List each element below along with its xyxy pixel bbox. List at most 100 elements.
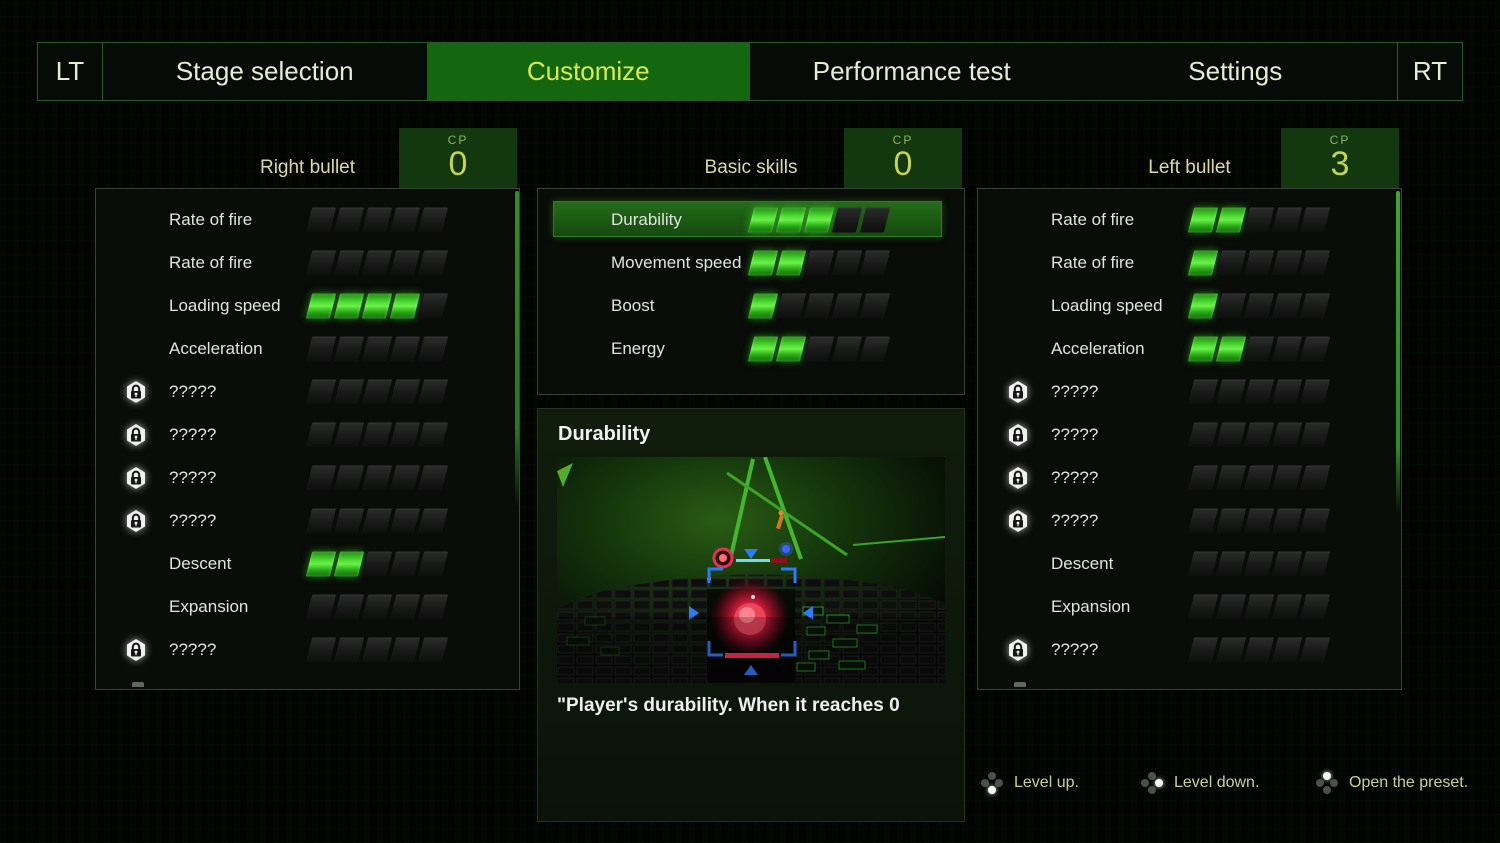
skill-level-bar	[1191, 508, 1327, 533]
skill-level-bar	[1191, 422, 1327, 447]
skill-row-[interactable]: ?????	[96, 456, 519, 499]
level-segment-empty	[1244, 293, 1274, 318]
tab-performance-test[interactable]: Performance test	[750, 43, 1074, 100]
level-segment-empty	[1272, 207, 1302, 232]
skill-row-movement-speed[interactable]: Movement speed	[538, 241, 964, 284]
level-segment-empty	[1244, 422, 1274, 447]
left-bullet-panel: Rate of fireRate of fire Loading speed Acc…	[977, 188, 1402, 690]
tab-stage-selection[interactable]: Stage selection	[103, 43, 427, 100]
level-segment-empty	[1188, 508, 1218, 533]
hint-label: Open the preset.	[1349, 774, 1468, 792]
level-segment-empty	[1300, 465, 1330, 490]
skill-row-durability[interactable]: Durability	[538, 198, 964, 241]
skill-row-acceleration[interactable]: Acceleration	[978, 327, 1401, 370]
skill-row-expansion[interactable]: Expansion	[978, 585, 1401, 628]
skill-row-[interactable]: ?????	[96, 628, 519, 671]
tab-settings[interactable]: Settings	[1074, 43, 1398, 100]
level-segment-empty	[390, 465, 420, 490]
skill-preview-image	[557, 457, 945, 683]
level-segment-empty	[306, 637, 336, 662]
level-segment-filled	[306, 551, 336, 576]
cp-counter: CP 0	[399, 128, 517, 188]
level-segment-empty	[390, 250, 420, 275]
level-segment-empty	[1188, 379, 1218, 404]
level-segment-empty	[334, 336, 364, 361]
skill-row-[interactable]: ?????	[96, 413, 519, 456]
skill-row-boost[interactable]: Boost	[538, 284, 964, 327]
level-segment-empty	[1272, 293, 1302, 318]
skill-row-[interactable]: ?????	[978, 370, 1401, 413]
skill-row-rate-of-fire[interactable]: Rate of fire	[978, 198, 1401, 241]
tab-customize[interactable]: Customize	[427, 43, 751, 100]
level-segment-empty	[362, 336, 392, 361]
lock-icon	[1007, 380, 1029, 404]
skill-row-rate-of-fire[interactable]: Rate of fire	[96, 198, 519, 241]
left-bumper-lt[interactable]: LT	[38, 43, 103, 100]
skill-level-bar	[751, 336, 887, 361]
level-segment-empty	[1300, 508, 1330, 533]
skill-label: Descent	[169, 554, 231, 574]
skill-row-loading-speed[interactable]: Loading speed	[978, 284, 1401, 327]
level-segment-filled	[306, 293, 336, 318]
skill-label: Rate of fire	[169, 253, 252, 273]
hint-level-down[interactable]: Level down.	[1141, 770, 1259, 796]
level-segment-empty	[804, 293, 834, 318]
skill-row-[interactable]: ?????	[978, 413, 1401, 456]
level-segment-empty	[1188, 551, 1218, 576]
level-segment-empty	[334, 637, 364, 662]
right-bullet-header: Right bullet CP 0	[95, 128, 520, 188]
skill-row-[interactable]: ?????	[978, 456, 1401, 499]
skill-level-bar	[751, 293, 887, 318]
skill-row-rate-of-fire[interactable]: Rate of fire	[978, 241, 1401, 284]
hint-open-preset[interactable]: Open the preset.	[1316, 770, 1468, 796]
left-bullet-header: Left bullet CP 3	[977, 128, 1402, 188]
level-segment-empty	[334, 422, 364, 447]
skill-level-bar	[751, 207, 887, 232]
right-bumper-rt[interactable]: RT	[1397, 43, 1462, 100]
level-segment-empty	[804, 250, 834, 275]
level-segment-empty	[1216, 594, 1246, 619]
level-segment-empty	[1216, 250, 1246, 275]
level-segment-empty	[418, 207, 448, 232]
level-segment-empty	[390, 637, 420, 662]
skill-level-bar	[1191, 250, 1327, 275]
level-segment-empty	[306, 422, 336, 447]
level-segment-filled	[1188, 293, 1218, 318]
skill-row-descent[interactable]: Descent	[96, 542, 519, 585]
skill-label: Loading speed	[169, 296, 281, 316]
level-segment-empty	[362, 465, 392, 490]
lock-icon	[125, 380, 147, 404]
skill-row-[interactable]: ?????	[96, 499, 519, 542]
skill-row-rate-of-fire[interactable]: Rate of fire	[96, 241, 519, 284]
lock-icon	[125, 509, 147, 533]
level-segment-empty	[390, 422, 420, 447]
level-segment-empty	[860, 336, 890, 361]
skill-row-acceleration[interactable]: Acceleration	[96, 327, 519, 370]
skill-row-[interactable]: ?????	[978, 499, 1401, 542]
skill-row-[interactable]: ?????	[96, 370, 519, 413]
skill-row-expansion[interactable]: Expansion	[96, 585, 519, 628]
skill-row-[interactable]: ?????	[978, 628, 1401, 671]
level-segment-empty	[1244, 250, 1274, 275]
level-segment-filled	[748, 207, 778, 232]
skill-row-energy[interactable]: Energy	[538, 327, 964, 370]
skill-label: Boost	[611, 296, 654, 316]
level-segment-empty	[418, 594, 448, 619]
hint-level-up[interactable]: Level up.	[981, 770, 1079, 796]
basic-skills-panel: DurabilityMovement speed Boost Energy	[537, 188, 965, 395]
skill-level-bar	[1191, 594, 1327, 619]
gamepad-buttons-icon	[1141, 772, 1163, 794]
skill-label: ?????	[169, 382, 216, 402]
skill-label: Loading speed	[1051, 296, 1163, 316]
skill-label: ?????	[169, 425, 216, 445]
level-segment-empty	[1244, 379, 1274, 404]
skill-label: ?????	[169, 468, 216, 488]
level-segment-empty	[418, 336, 448, 361]
level-segment-empty	[1216, 637, 1246, 662]
skill-level-bar	[1191, 551, 1327, 576]
skill-row-loading-speed[interactable]: Loading speed	[96, 284, 519, 327]
level-segment-empty	[860, 250, 890, 275]
skill-row-descent[interactable]: Descent	[978, 542, 1401, 585]
level-segment-empty	[362, 551, 392, 576]
hint-label: Level up.	[1014, 774, 1079, 792]
